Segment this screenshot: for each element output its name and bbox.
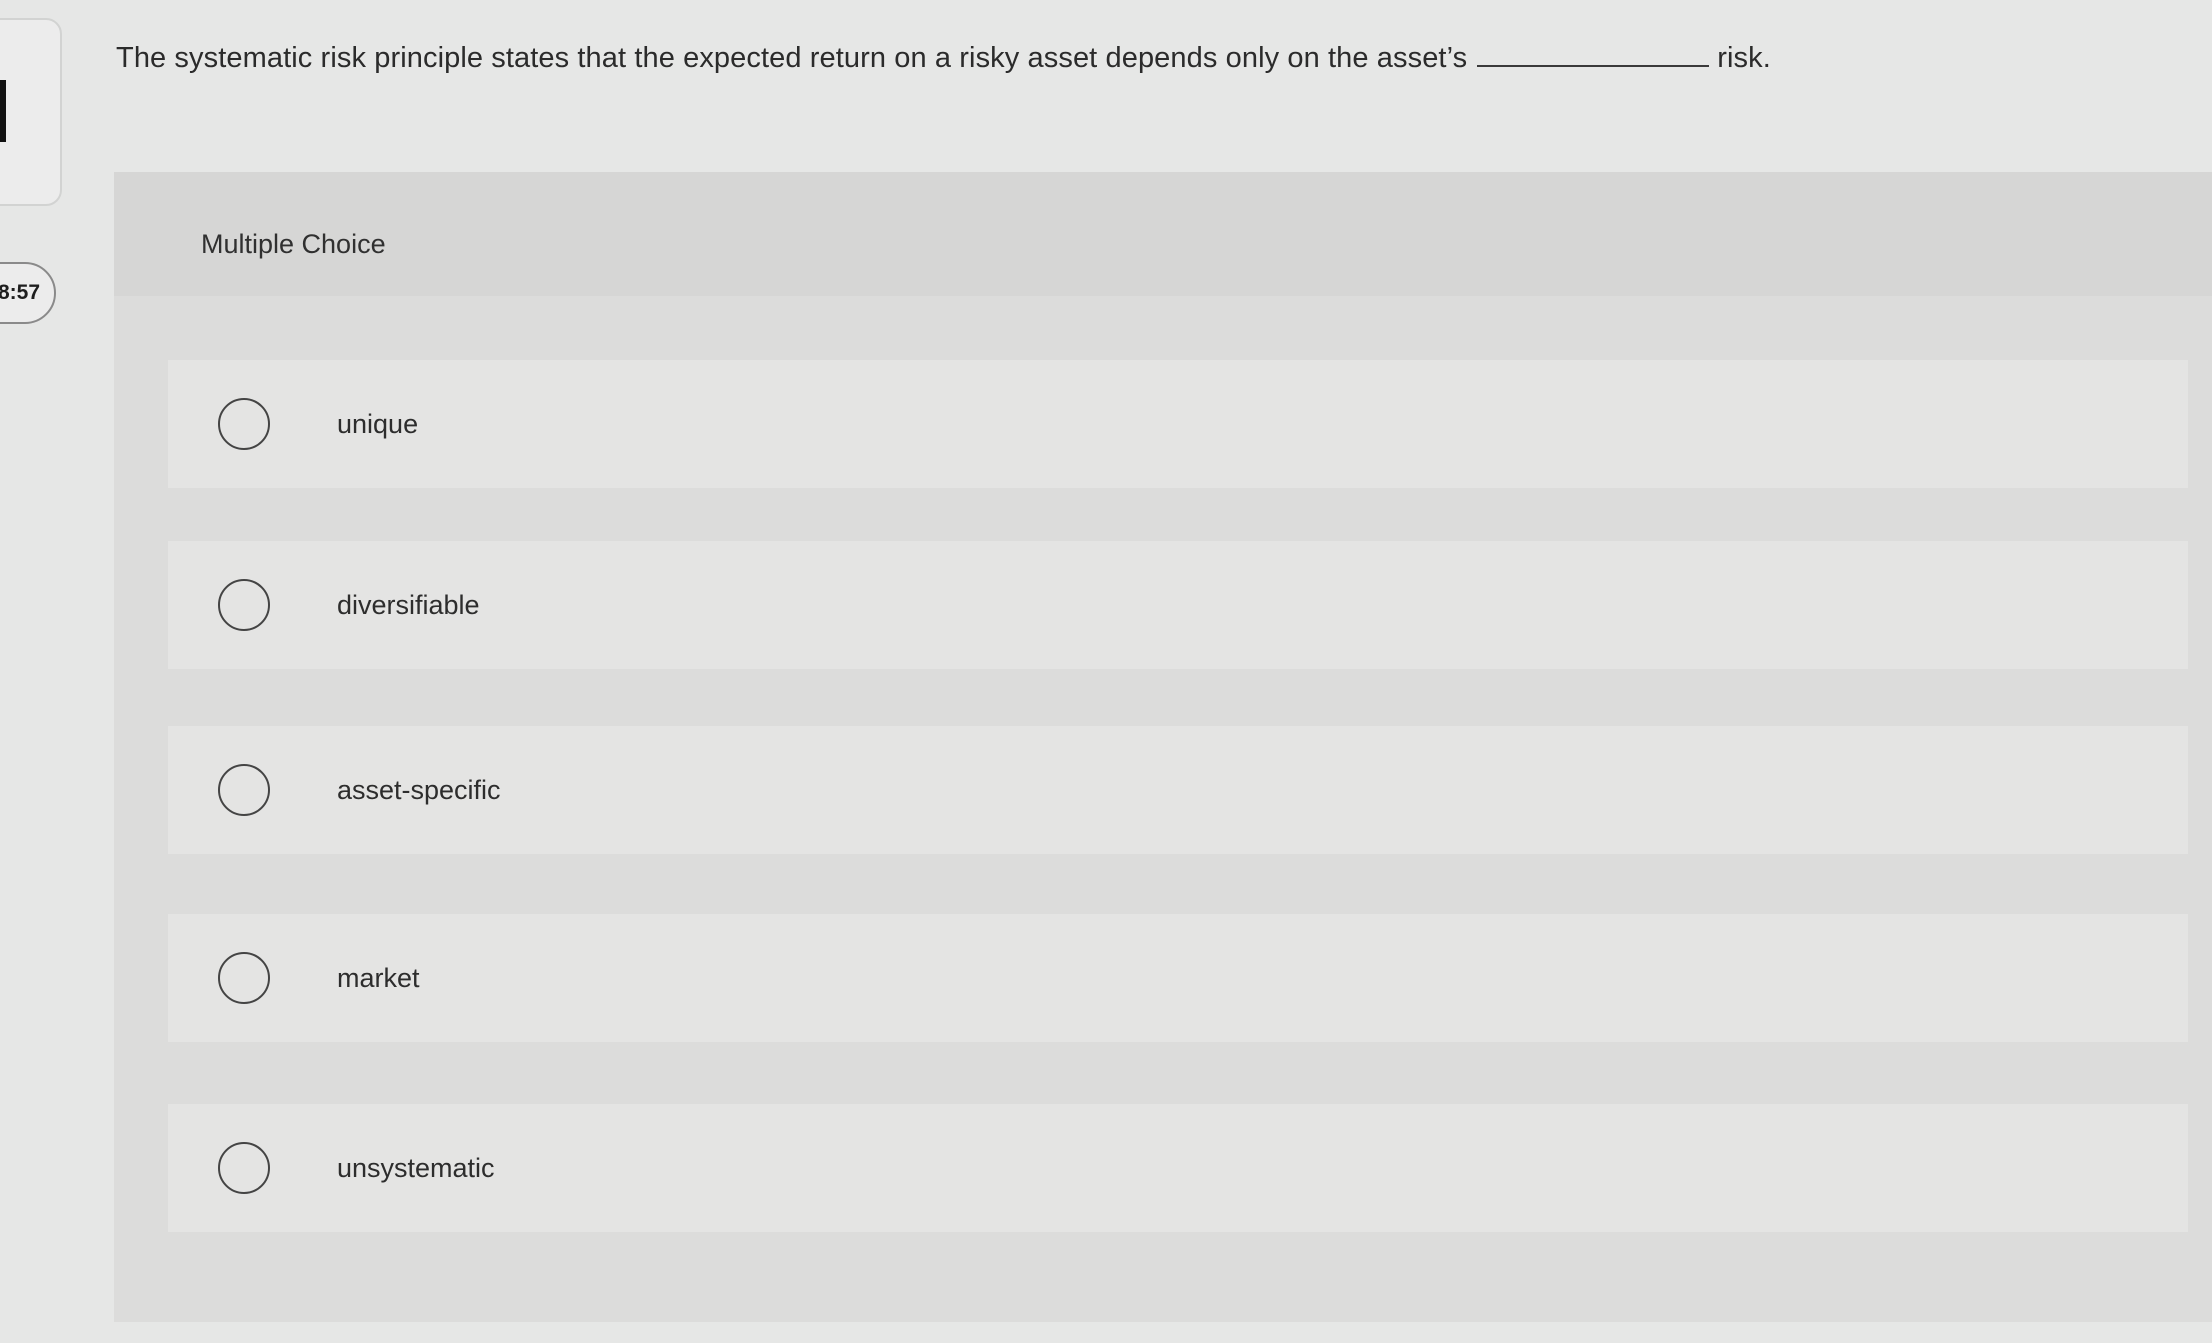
choice-option-market[interactable]: market bbox=[168, 914, 2188, 1042]
radio-button[interactable] bbox=[218, 1142, 270, 1194]
choice-option-asset-specific[interactable]: asset-specific bbox=[168, 726, 2188, 854]
question-prompt: The systematic risk principle states tha… bbox=[116, 42, 2116, 75]
choice-label: asset-specific bbox=[337, 774, 501, 805]
left-side-panel bbox=[0, 18, 62, 206]
choice-option-diversifiable[interactable]: diversifiable bbox=[168, 541, 2188, 669]
choice-option-unsystematic[interactable]: unsystematic bbox=[168, 1104, 2188, 1232]
choice-label: unique bbox=[337, 408, 419, 439]
section-label: Multiple Choice bbox=[201, 229, 386, 259]
radio-button[interactable] bbox=[218, 764, 270, 816]
choice-label: market bbox=[337, 962, 420, 993]
timer-text: 8:57 bbox=[0, 281, 40, 304]
radio-button[interactable] bbox=[218, 579, 270, 631]
answer-blank bbox=[1477, 65, 1710, 67]
question-text-after: risk. bbox=[1717, 42, 1771, 74]
choice-label: unsystematic bbox=[337, 1152, 495, 1183]
left-side-indicator bbox=[0, 80, 6, 142]
question-text-before: The systematic risk principle states tha… bbox=[116, 42, 1468, 74]
timer-badge: 8:57 bbox=[0, 262, 56, 324]
choice-label: diversifiable bbox=[337, 589, 480, 620]
radio-button[interactable] bbox=[218, 952, 270, 1004]
radio-button[interactable] bbox=[218, 398, 270, 450]
choice-option-unique[interactable]: unique bbox=[168, 360, 2188, 488]
multiple-choice-header bbox=[114, 172, 2212, 296]
